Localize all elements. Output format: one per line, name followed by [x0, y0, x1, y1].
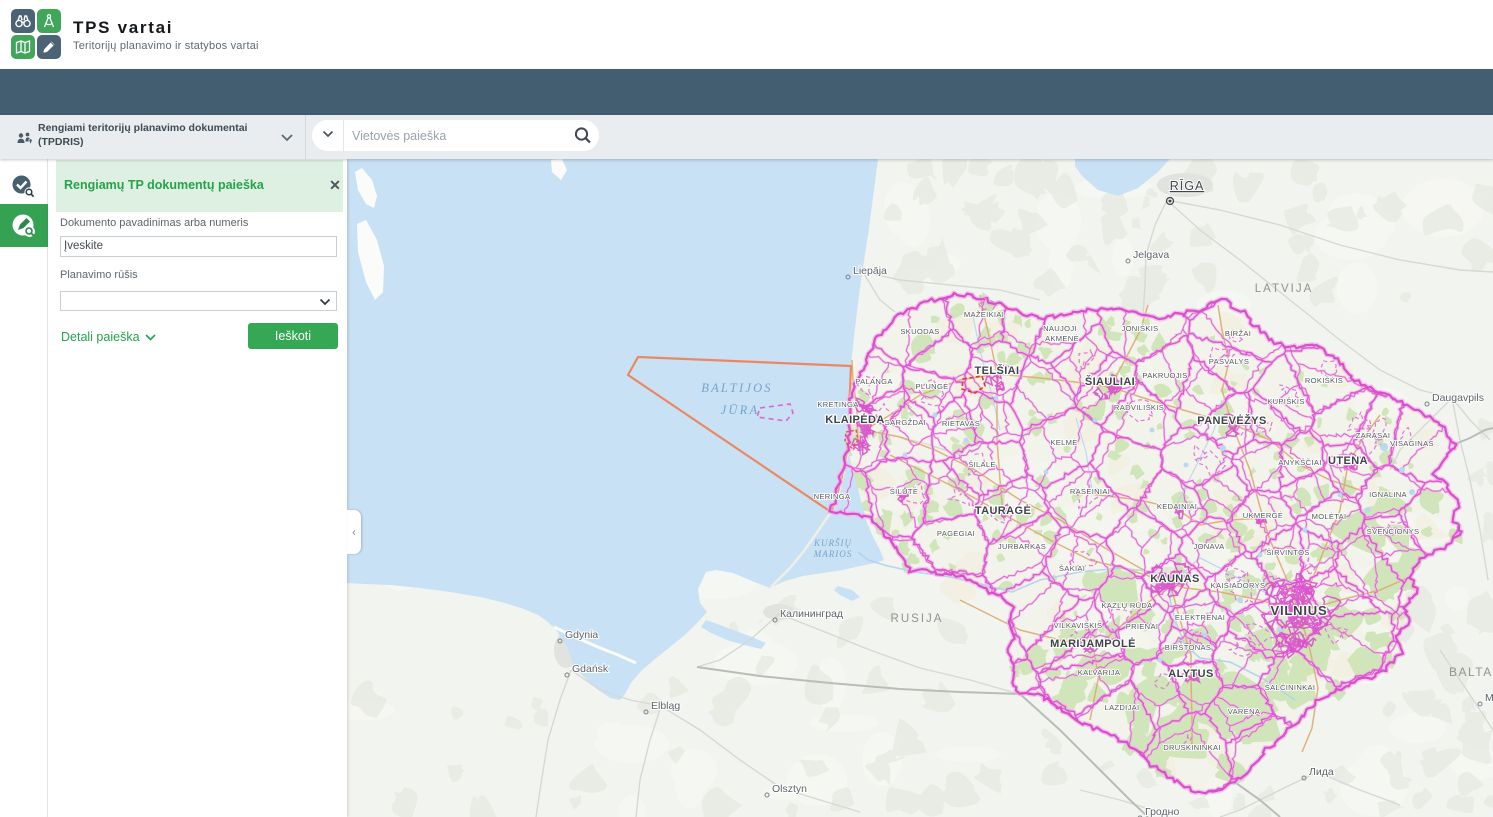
svg-text:RASEINIAI: RASEINIAI — [1070, 487, 1110, 496]
svg-text:KUPIŠKIS: KUPIŠKIS — [1267, 397, 1304, 406]
svg-text:BIRŽAI: BIRŽAI — [1225, 329, 1251, 338]
svg-text:DRUSKININKAI: DRUSKININKAI — [1163, 743, 1221, 752]
svg-text:RUSIJA: RUSIJA — [891, 613, 944, 625]
svg-text:KLAIPĖDA: KLAIPĖDA — [825, 413, 884, 426]
svg-text:Elbląg: Elbląg — [651, 700, 680, 712]
svg-text:ELEKTRĖNAI: ELEKTRĖNAI — [1175, 613, 1225, 622]
svg-text:Gdynia: Gdynia — [565, 629, 598, 641]
svg-text:PANEVĖŽYS: PANEVĖŽYS — [1197, 414, 1266, 427]
svg-text:ŠALČININKAI: ŠALČININKAI — [1265, 683, 1316, 692]
svg-text:ANYKŠČIAI: ANYKŠČIAI — [1278, 458, 1321, 467]
svg-text:KURŠIŲ: KURŠIŲ — [813, 538, 852, 548]
svg-text:JŪRA: JŪRA — [721, 403, 760, 417]
svg-text:Калининград: Калининград — [780, 608, 843, 620]
svg-text:Liepāja: Liepāja — [853, 265, 887, 277]
svg-text:Лида: Лида — [1309, 766, 1334, 778]
svg-text:Gdańsk: Gdańsk — [572, 663, 609, 675]
svg-text:MAŽEIKIAI: MAŽEIKIAI — [964, 310, 1004, 319]
svg-text:JONIŠKIS: JONIŠKIS — [1121, 324, 1158, 333]
svg-text:KELMĖ: KELMĖ — [1050, 438, 1077, 447]
svg-text:Мол: Мол — [1485, 692, 1493, 704]
svg-text:UTENA: UTENA — [1328, 455, 1368, 467]
svg-text:KAZLŲ RŪDA: KAZLŲ RŪDA — [1101, 601, 1153, 610]
svg-text:BALTIJOS: BALTIJOS — [701, 381, 773, 395]
svg-text:TAURAGĖ: TAURAGĖ — [975, 504, 1031, 517]
svg-text:RĪGA: RĪGA — [1170, 179, 1205, 193]
svg-text:PALANGA: PALANGA — [855, 377, 893, 386]
svg-text:KAIŠIADORYS: KAIŠIADORYS — [1211, 581, 1266, 590]
svg-text:ŠIAULIAI: ŠIAULIAI — [1085, 375, 1135, 388]
svg-text:VILNIUS: VILNIUS — [1271, 603, 1328, 618]
svg-text:UKMERGĖ: UKMERGĖ — [1243, 511, 1284, 520]
svg-text:PRIENAI: PRIENAI — [1126, 622, 1158, 631]
svg-text:KAUNAS: KAUNAS — [1150, 573, 1199, 585]
svg-text:ALYTUS: ALYTUS — [1168, 668, 1213, 680]
svg-text:BALTARUS: BALTARUS — [1449, 665, 1493, 679]
svg-text:MARIJAMPOLĖ: MARIJAMPOLĖ — [1050, 637, 1136, 650]
svg-text:LAZDIJAI: LAZDIJAI — [1105, 703, 1140, 712]
svg-text:ROKIŠKIS: ROKIŠKIS — [1305, 376, 1343, 385]
svg-text:IGNALINA: IGNALINA — [1369, 490, 1407, 499]
svg-text:PAKRUOJIS: PAKRUOJIS — [1142, 371, 1187, 380]
svg-text:ŠVENČIONYS: ŠVENČIONYS — [1367, 527, 1420, 536]
svg-text:Гродно: Гродно — [1145, 806, 1179, 817]
svg-text:ŠILUTĖ: ŠILUTĖ — [890, 487, 918, 496]
svg-text:ZARASAI: ZARASAI — [1356, 431, 1391, 440]
svg-text:PLUNGĖ: PLUNGĖ — [915, 382, 948, 391]
svg-text:KĖDAINIAI: KĖDAINIAI — [1157, 502, 1197, 511]
svg-text:AKMENĖ: AKMENĖ — [1045, 334, 1079, 343]
svg-text:NAUJOJI: NAUJOJI — [1043, 324, 1077, 333]
svg-text:VARĖNA: VARĖNA — [1228, 707, 1261, 716]
svg-text:VILKAVIŠKIS: VILKAVIŠKIS — [1054, 621, 1103, 630]
svg-text:ŠILALĖ: ŠILALĖ — [968, 460, 996, 469]
svg-text:PASVALYS: PASVALYS — [1209, 357, 1249, 366]
svg-text:GARGŽDAI: GARGŽDAI — [884, 418, 926, 427]
svg-text:RIETAVAS: RIETAVAS — [942, 419, 980, 428]
svg-text:JONAVA: JONAVA — [1193, 542, 1225, 551]
svg-text:LATVIJA: LATVIJA — [1255, 283, 1314, 295]
svg-text:RADVILIŠKIS: RADVILIŠKIS — [1114, 403, 1164, 412]
svg-text:MARIOS: MARIOS — [813, 549, 853, 559]
svg-text:NERINGA: NERINGA — [814, 492, 851, 501]
svg-text:Jelgava: Jelgava — [1133, 249, 1169, 261]
svg-text:MOLĖTAI: MOLĖTAI — [1312, 512, 1347, 521]
svg-text:ŠIRVINTOS: ŠIRVINTOS — [1266, 548, 1309, 557]
svg-text:JURBARKAS: JURBARKAS — [998, 542, 1046, 551]
svg-text:PAGĖGIAI: PAGĖGIAI — [937, 529, 975, 538]
svg-text:Daugavpils: Daugavpils — [1432, 392, 1484, 404]
svg-text:BIRŠTONAS: BIRŠTONAS — [1165, 643, 1211, 652]
svg-text:KRETINGA: KRETINGA — [817, 400, 859, 409]
svg-text:KALVARIJA: KALVARIJA — [1078, 668, 1121, 677]
svg-text:TELŠIAI: TELŠIAI — [975, 364, 1020, 377]
svg-text:Olsztyn: Olsztyn — [772, 783, 807, 795]
svg-text:ŠAKIAI: ŠAKIAI — [1059, 564, 1085, 573]
svg-text:VISAGINAS: VISAGINAS — [1390, 439, 1434, 448]
svg-text:SKUODAS: SKUODAS — [900, 327, 939, 336]
